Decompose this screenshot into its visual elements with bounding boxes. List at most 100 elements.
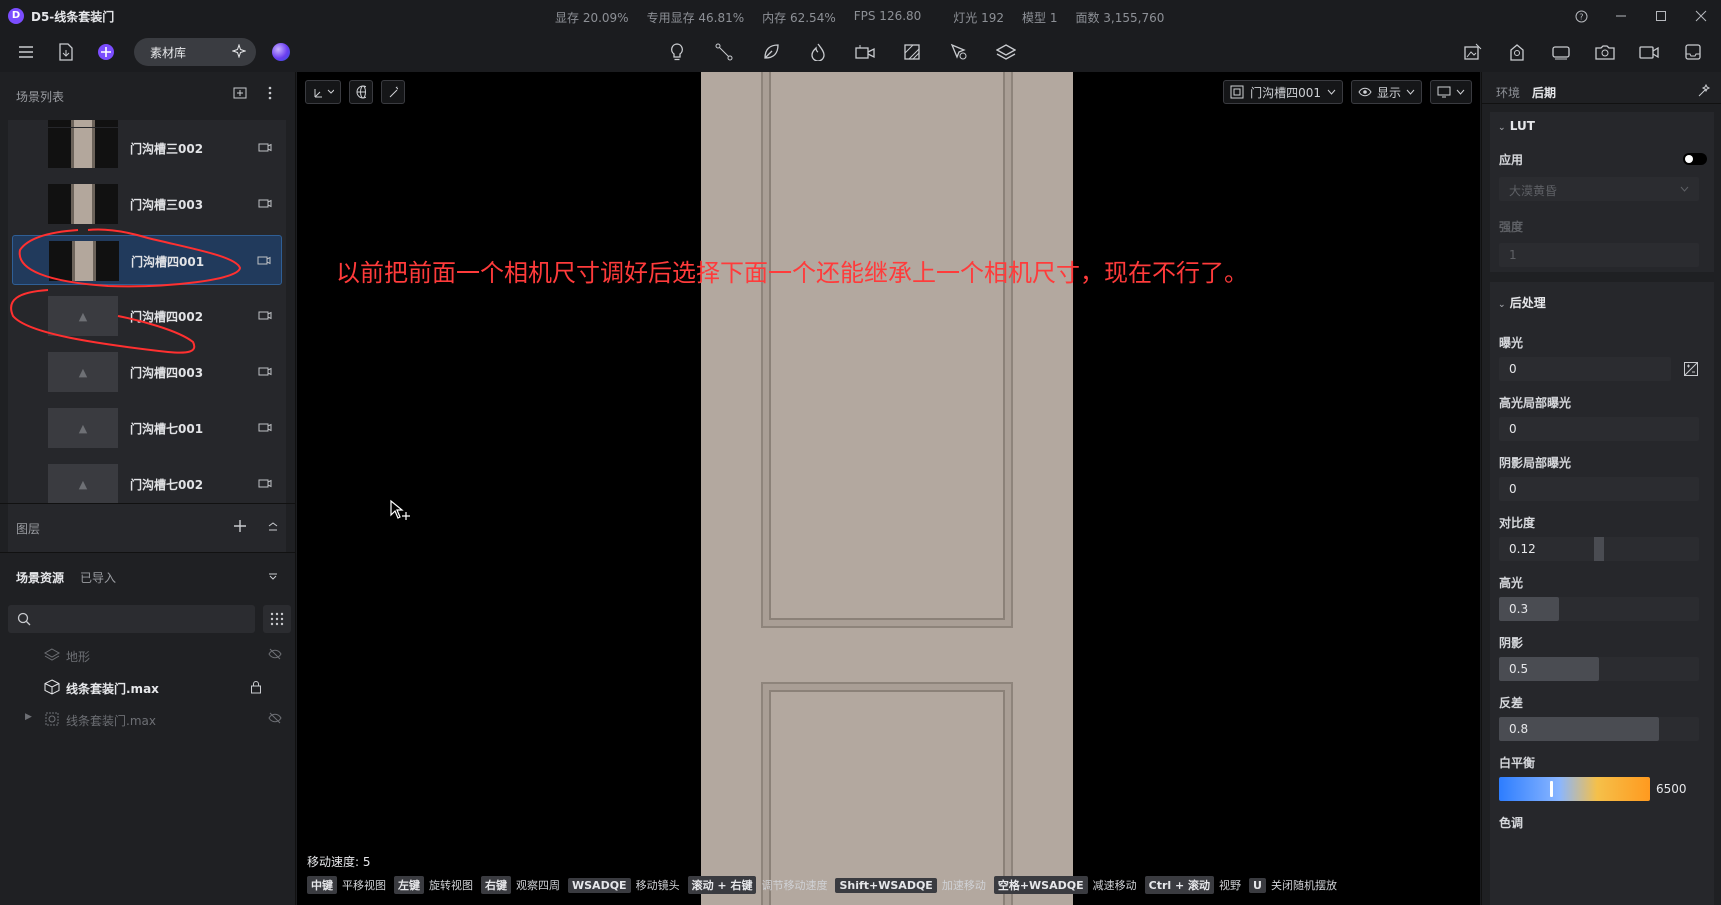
cursor-icon	[389, 499, 413, 526]
hint-item: U 关闭随机摆放	[1249, 876, 1337, 894]
highlights-value: 0.3	[1509, 602, 1529, 616]
tab-imported[interactable]: 已导入	[80, 569, 116, 586]
exposure-input[interactable]: 0	[1499, 357, 1671, 381]
hint-item: WSADQE 移动镜头	[568, 876, 680, 894]
camera-select[interactable]: 门沟槽四001	[1223, 80, 1343, 104]
maximize-icon[interactable]	[1641, 0, 1681, 32]
material-library-label: 素材库	[150, 45, 187, 60]
chevron-down-icon	[1456, 89, 1465, 95]
scene-list: 门沟槽三002 门沟槽三003 门沟槽四001 ▲ 门沟槽四002 ▲ 门沟槽四…	[8, 120, 286, 552]
performance-stats: 显存 20.09% 专用显存 46.81% 内存 62.54% FPS 126.…	[555, 9, 1164, 26]
leaf-icon[interactable]	[759, 40, 783, 64]
collapse-icon[interactable]	[268, 521, 278, 535]
ai-orb-icon[interactable]	[272, 43, 290, 61]
minimize-icon[interactable]	[1601, 0, 1641, 32]
hint-item: 滚动 + 右键 调节移动速度	[687, 876, 827, 894]
render-tools	[1461, 40, 1705, 64]
fire-effect-icon[interactable]	[806, 40, 830, 64]
panorama-icon[interactable]	[1549, 40, 1573, 64]
svg-text:?: ?	[1579, 12, 1583, 21]
lock-icon[interactable]	[250, 680, 262, 697]
light-bulb-icon[interactable]	[665, 40, 689, 64]
close-icon[interactable]	[1681, 0, 1721, 32]
3d-viewport[interactable]: 门沟槽四001 显示 以前把前面一个相机尺寸调好后选择下面一个还能继承上一个相机…	[297, 72, 1480, 905]
tab-scene-assets[interactable]: 场景资源	[16, 569, 64, 586]
asset-model-hidden[interactable]: ▶ 线条套装门.max	[0, 705, 296, 733]
shadows-label: 阴影	[1499, 636, 1524, 650]
import-file-icon[interactable]	[54, 40, 78, 64]
image-edit-icon[interactable]	[1461, 40, 1485, 64]
highlights-fill	[1499, 597, 1559, 621]
hint-text: 移动镜头	[635, 879, 680, 892]
highlights-slider[interactable]: 0.3	[1499, 597, 1699, 621]
layers-icon[interactable]	[994, 40, 1018, 64]
camera-animation-icon[interactable]	[853, 40, 877, 64]
add-scene-icon[interactable]	[233, 86, 247, 103]
path-tool-icon[interactable]	[712, 40, 736, 64]
annotation-text: 以前把前面一个相机尺寸调好后选择下面一个还能继承上一个相机尺寸，现在不行了。	[336, 259, 1248, 287]
hidden-eye-icon[interactable]	[268, 712, 282, 727]
lut-apply-toggle[interactable]	[1683, 153, 1707, 165]
stat-dedicated-vram: 专用显存 46.81%	[646, 11, 745, 25]
tab-post[interactable]: 后期	[1532, 84, 1556, 101]
hidden-eye-icon[interactable]	[268, 648, 282, 663]
transform-tool-button[interactable]	[305, 80, 341, 104]
eyedropper-button[interactable]	[381, 80, 405, 104]
hint-text: 观察四周	[516, 879, 560, 892]
menu-icon[interactable]	[14, 40, 38, 64]
search-input[interactable]	[8, 605, 255, 633]
contrast-slider[interactable]: 0.12	[1499, 537, 1699, 561]
view-mode-dropdown[interactable]	[1430, 80, 1472, 104]
shadow-exposure-input[interactable]: 0	[1499, 477, 1699, 501]
more-options-icon[interactable]	[268, 86, 272, 103]
reflection-slider[interactable]: 0.8	[1499, 717, 1699, 741]
highlight-exposure-input[interactable]: 0	[1499, 417, 1699, 441]
grid-icon	[270, 612, 284, 626]
hint-text: 加速移动	[941, 879, 986, 892]
lut-strength-value: 1	[1509, 248, 1517, 262]
display-dropdown[interactable]: 显示	[1350, 80, 1422, 104]
lut-preset-select[interactable]: 大漠黄昏	[1499, 177, 1699, 201]
white-balance-slider[interactable]	[1499, 777, 1650, 801]
expand-arrow-icon[interactable]: ▶	[25, 712, 32, 722]
hint-item: 中键 平移视图	[307, 876, 386, 894]
main-toolbar: 素材库	[0, 32, 1721, 72]
material-icon[interactable]	[900, 40, 924, 64]
render-preview-icon[interactable]	[1505, 40, 1529, 64]
asset-model[interactable]: 线条套装门.max	[0, 673, 296, 701]
magic-wand-icon[interactable]	[1697, 83, 1711, 101]
white-balance-value[interactable]: 6500	[1656, 782, 1687, 796]
video-icon[interactable]	[1637, 40, 1661, 64]
ai-assistant-icon[interactable]	[94, 40, 118, 64]
material-library-button[interactable]: 素材库	[134, 38, 256, 66]
hint-item: Shift+WSADQE 加速移动	[835, 876, 986, 894]
contrast-slider-knob[interactable]	[1594, 537, 1604, 561]
globe-button[interactable]	[349, 80, 373, 104]
asset-terrain[interactable]: 地形	[0, 641, 296, 669]
collapse-arrow-icon[interactable]: ⌄	[1498, 300, 1506, 310]
hint-key: 中键	[307, 876, 337, 894]
tab-environment[interactable]: 环境	[1496, 84, 1520, 101]
shadows-slider[interactable]: 0.5	[1499, 657, 1699, 681]
select-tool-icon[interactable]	[947, 40, 971, 64]
hint-key: WSADQE	[568, 877, 631, 893]
window-controls: ?	[1561, 0, 1721, 32]
auto-exposure-icon[interactable]	[1683, 361, 1699, 380]
contrast-value: 0.12	[1509, 542, 1536, 556]
scene-list-title: 场景列表	[16, 90, 65, 104]
collapse-arrow-icon[interactable]: ⌄	[1498, 123, 1506, 133]
grid-view-button[interactable]	[263, 605, 291, 633]
right-tabs: 环境 后期	[1496, 84, 1556, 101]
camera-icon[interactable]	[1593, 40, 1617, 64]
output-folder-icon[interactable]	[1681, 40, 1705, 64]
lut-strength-label: 强度	[1499, 220, 1524, 234]
reflection-value: 0.8	[1509, 722, 1529, 736]
white-balance-knob[interactable]	[1550, 781, 1553, 797]
asset-label: 线条套装门.max	[66, 714, 156, 728]
lut-strength-input[interactable]: 1	[1499, 243, 1699, 267]
help-icon[interactable]: ?	[1561, 0, 1601, 32]
hint-text: 平移视图	[342, 879, 386, 892]
add-layer-icon[interactable]	[233, 519, 247, 536]
eyedropper-icon	[389, 86, 398, 98]
dropdown-icon[interactable]	[268, 570, 278, 584]
